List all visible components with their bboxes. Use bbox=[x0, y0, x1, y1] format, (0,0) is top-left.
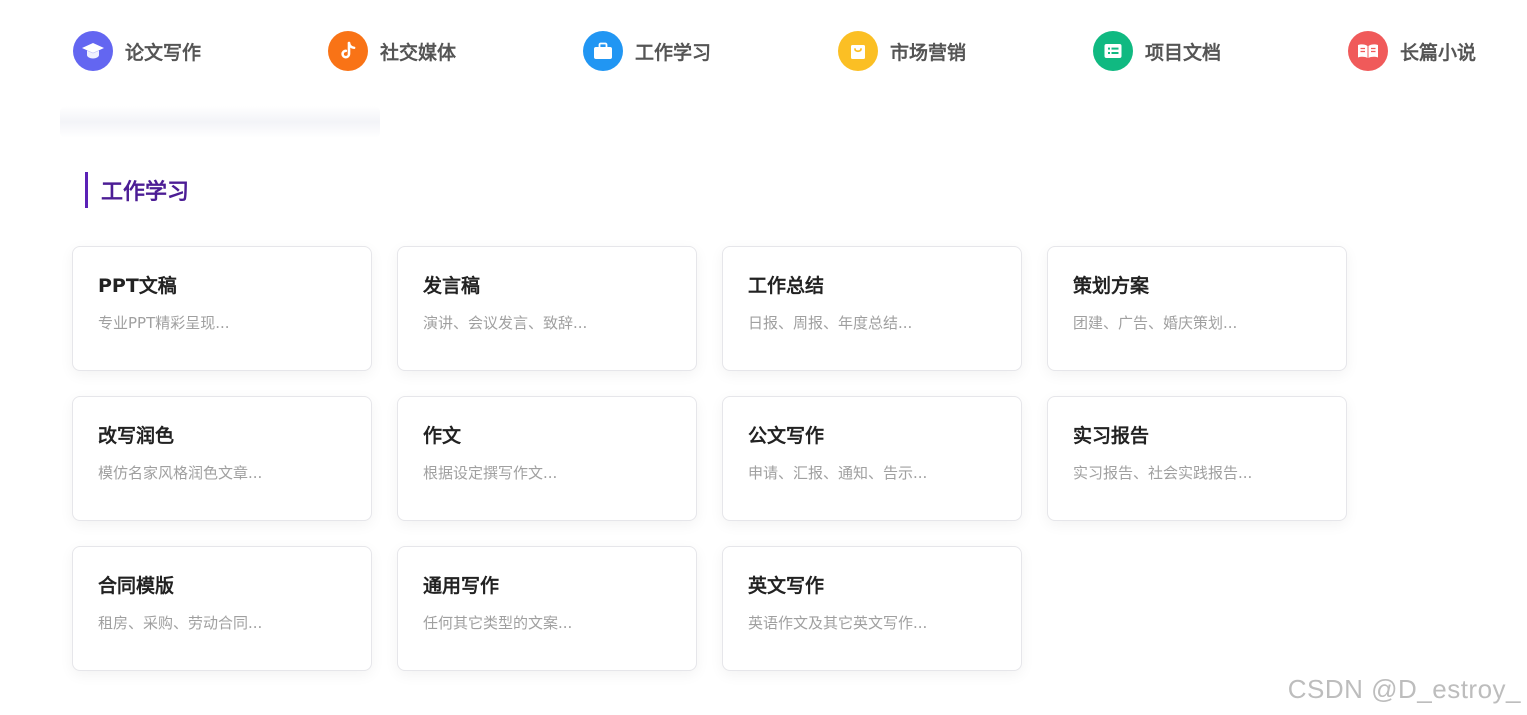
shopping-bag-icon bbox=[838, 31, 878, 71]
card-description: 团建、广告、婚庆策划... bbox=[1073, 314, 1238, 332]
nav-shadow-divider bbox=[60, 106, 380, 138]
template-card-speech[interactable]: 发言稿 演讲、会议发言、致辞... bbox=[397, 246, 697, 371]
nav-label: 论文写作 bbox=[125, 41, 202, 64]
template-card-english[interactable]: 英文写作 英语作文及其它英文写作... bbox=[722, 546, 1022, 671]
template-card-official-doc[interactable]: 公文写作 申请、汇报、通知、告示... bbox=[722, 396, 1022, 521]
open-book-icon bbox=[1348, 31, 1388, 71]
document-list-icon bbox=[1093, 31, 1133, 71]
nav-item-work-study[interactable]: 工作学习 bbox=[583, 30, 711, 72]
card-description: 根据设定撰写作文... bbox=[423, 464, 558, 482]
template-card-internship-report[interactable]: 实习报告 实习报告、社会实践报告... bbox=[1047, 396, 1347, 521]
section-title: 工作学习 bbox=[85, 172, 189, 208]
template-card-work-summary[interactable]: 工作总结 日报、周报、年度总结... bbox=[722, 246, 1022, 371]
template-card-essay[interactable]: 作文 根据设定撰写作文... bbox=[397, 396, 697, 521]
nav-label: 社交媒体 bbox=[380, 41, 457, 64]
card-description: 租房、采购、劳动合同... bbox=[98, 614, 263, 632]
card-title: 实习报告 bbox=[1073, 425, 1150, 447]
briefcase-icon bbox=[583, 31, 623, 71]
nav-item-marketing[interactable]: 市场营销 bbox=[838, 30, 966, 72]
nav-label: 市场营销 bbox=[890, 41, 967, 64]
card-title: 公文写作 bbox=[748, 425, 825, 447]
nav-label: 工作学习 bbox=[635, 41, 712, 64]
template-card-general[interactable]: 通用写作 任何其它类型的文案... bbox=[397, 546, 697, 671]
card-description: 模仿名家风格润色文章... bbox=[98, 464, 263, 482]
card-title: 发言稿 bbox=[423, 275, 481, 297]
card-description: 任何其它类型的文案... bbox=[423, 614, 573, 632]
nav-item-novel[interactable]: 长篇小说 bbox=[1348, 30, 1476, 72]
template-card-planning[interactable]: 策划方案 团建、广告、婚庆策划... bbox=[1047, 246, 1347, 371]
nav-label: 项目文档 bbox=[1145, 41, 1222, 64]
card-title: 改写润色 bbox=[98, 425, 175, 447]
category-nav: 论文写作 社交媒体 工作学习 市场营销 项目文档 长篇小说 bbox=[0, 30, 1527, 72]
card-description: 日报、周报、年度总结... bbox=[748, 314, 913, 332]
card-description: 申请、汇报、通知、告示... bbox=[748, 464, 928, 482]
nav-item-project-docs[interactable]: 项目文档 bbox=[1093, 30, 1221, 72]
graduation-cap-icon bbox=[73, 31, 113, 71]
template-card-contract[interactable]: 合同模版 租房、采购、劳动合同... bbox=[72, 546, 372, 671]
card-description: 演讲、会议发言、致辞... bbox=[423, 314, 588, 332]
card-title: 作文 bbox=[423, 425, 462, 447]
card-description: 专业PPT精彩呈现... bbox=[98, 314, 230, 332]
card-description: 实习报告、社会实践报告... bbox=[1073, 464, 1253, 482]
watermark: CSDN @D_estroy_ bbox=[1287, 674, 1521, 704]
card-title: 合同模版 bbox=[98, 575, 175, 597]
card-title: 工作总结 bbox=[748, 275, 825, 297]
template-card-rewrite[interactable]: 改写润色 模仿名家风格润色文章... bbox=[72, 396, 372, 521]
card-title: 英文写作 bbox=[748, 575, 825, 597]
card-title: 策划方案 bbox=[1073, 275, 1150, 297]
nav-label: 长篇小说 bbox=[1400, 41, 1477, 64]
card-title: 通用写作 bbox=[423, 575, 500, 597]
tiktok-icon bbox=[328, 31, 368, 71]
card-description: 英语作文及其它英文写作... bbox=[748, 614, 928, 632]
nav-item-thesis[interactable]: 论文写作 bbox=[73, 30, 201, 72]
template-card-ppt[interactable]: PPT文稿 专业PPT精彩呈现... bbox=[72, 246, 372, 371]
card-title: PPT文稿 bbox=[98, 275, 177, 297]
nav-item-social-media[interactable]: 社交媒体 bbox=[328, 30, 456, 72]
